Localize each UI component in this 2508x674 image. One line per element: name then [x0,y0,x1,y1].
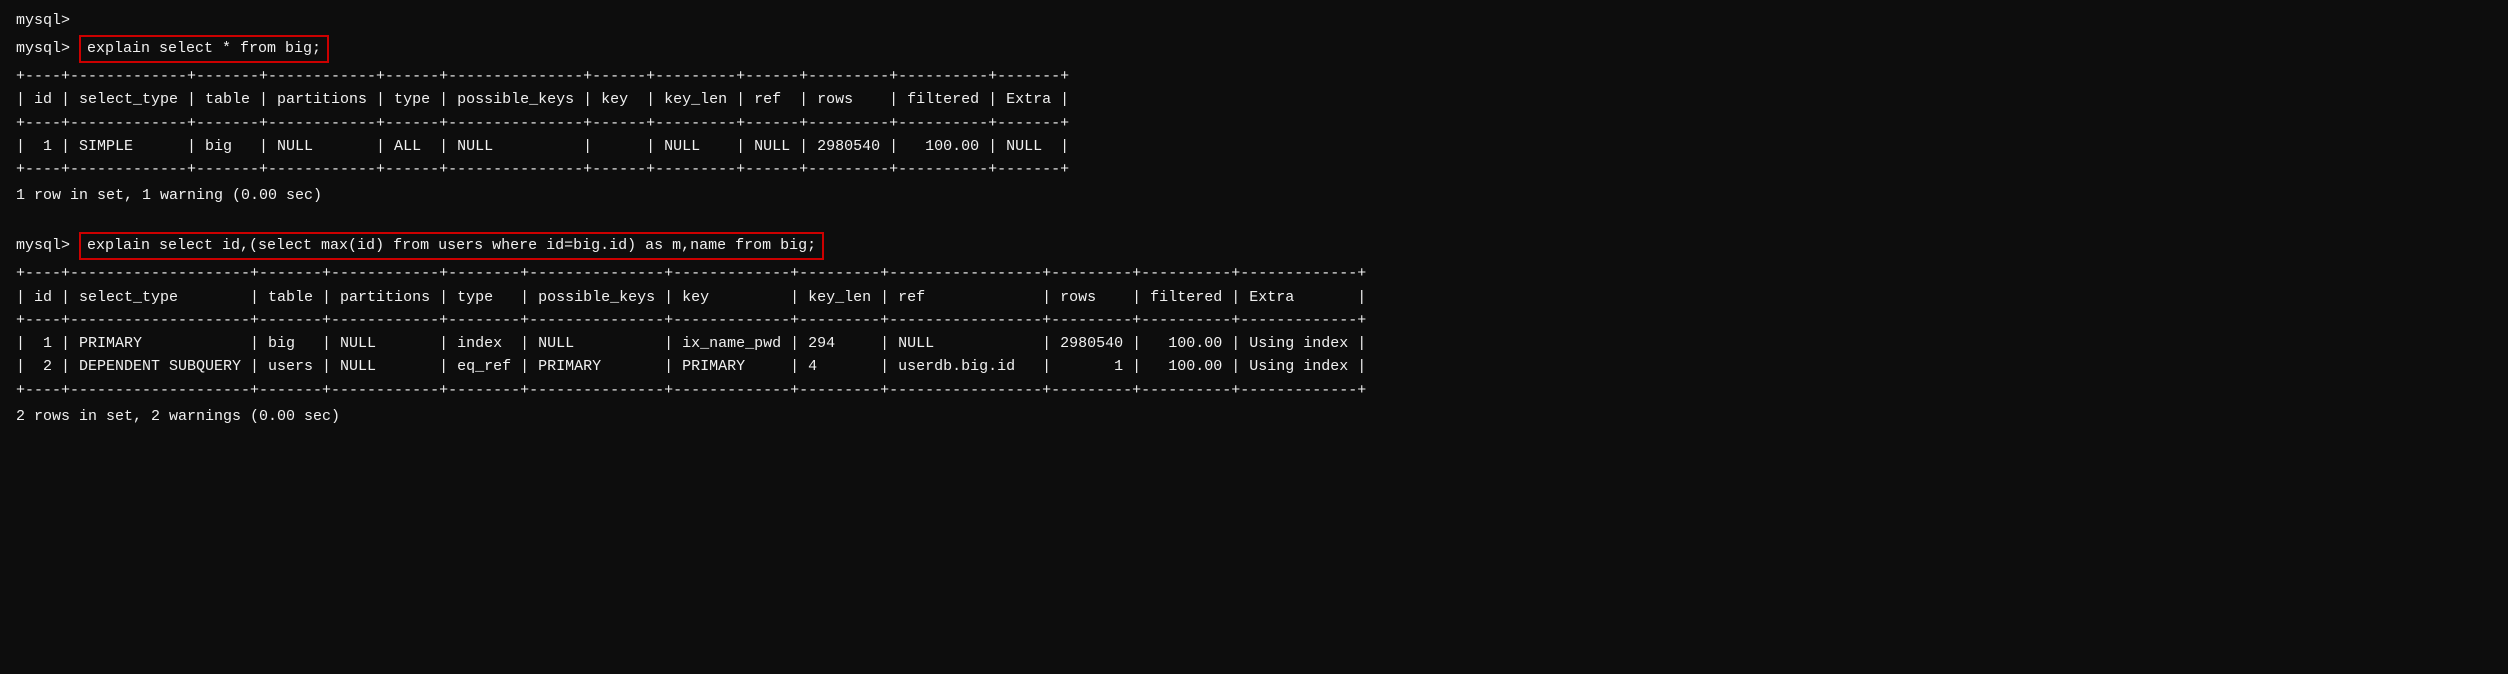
prompt-label-1: mysql> [16,38,79,61]
prompt-label-2: mysql> [16,235,79,258]
table2-row2: | 2 | DEPENDENT SUBQUERY | users | NULL … [16,355,2492,378]
blank-prompt-line: mysql> [16,10,2492,33]
table1-sep-mid: +----+-------------+-------+------------… [16,112,2492,135]
command-line-1: mysql> explain select * from big; [16,35,2492,64]
command-box-2[interactable]: explain select id,(select max(id) from u… [79,232,824,261]
table1-header: | id | select_type | table | partitions … [16,88,2492,111]
table1-row1: | 1 | SIMPLE | big | NULL | ALL | NULL |… [16,135,2492,158]
command-box-1[interactable]: explain select * from big; [79,35,329,64]
command-line-2: mysql> explain select id,(select max(id)… [16,232,2492,261]
table2-header: | id | select_type | table | partitions … [16,286,2492,309]
result-text-2: 2 rows in set, 2 warnings (0.00 sec) [16,406,2492,429]
result-text-1: 1 row in set, 1 warning (0.00 sec) [16,185,2492,208]
table1-sep-top: +----+-------------+-------+------------… [16,65,2492,88]
table1-sep-bot: +----+-------------+-------+------------… [16,158,2492,181]
table2-row1: | 1 | PRIMARY | big | NULL | index | NUL… [16,332,2492,355]
table2-sep-bot: +----+--------------------+-------+-----… [16,379,2492,402]
prompt-label: mysql> [16,10,70,33]
terminal: mysql> mysql> explain select * from big;… [16,10,2492,428]
blank-spacer [16,222,2492,232]
table2-sep-top: +----+--------------------+-------+-----… [16,262,2492,285]
table2-sep-mid: +----+--------------------+-------+-----… [16,309,2492,332]
